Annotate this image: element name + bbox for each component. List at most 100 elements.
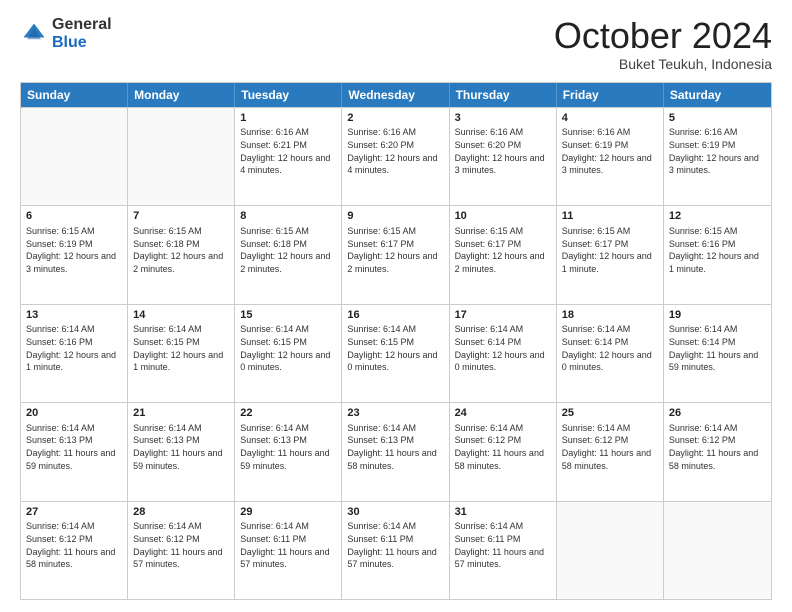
calendar-cell: 26Sunrise: 6:14 AM Sunset: 6:12 PM Dayli… [664, 403, 771, 500]
day-number: 18 [562, 308, 658, 323]
calendar-cell: 6Sunrise: 6:15 AM Sunset: 6:19 PM Daylig… [21, 206, 128, 303]
calendar-cell: 17Sunrise: 6:14 AM Sunset: 6:14 PM Dayli… [450, 305, 557, 402]
calendar-row-2: 13Sunrise: 6:14 AM Sunset: 6:16 PM Dayli… [21, 304, 771, 402]
cell-info: Sunrise: 6:14 AM Sunset: 6:14 PM Dayligh… [455, 323, 551, 373]
calendar-cell: 23Sunrise: 6:14 AM Sunset: 6:13 PM Dayli… [342, 403, 449, 500]
calendar-row-3: 20Sunrise: 6:14 AM Sunset: 6:13 PM Dayli… [21, 402, 771, 500]
logo-icon [20, 20, 48, 48]
calendar-header: SundayMondayTuesdayWednesdayThursdayFrid… [21, 83, 771, 107]
cell-info: Sunrise: 6:14 AM Sunset: 6:16 PM Dayligh… [26, 323, 122, 373]
calendar-cell: 24Sunrise: 6:14 AM Sunset: 6:12 PM Dayli… [450, 403, 557, 500]
calendar-cell: 3Sunrise: 6:16 AM Sunset: 6:20 PM Daylig… [450, 108, 557, 205]
logo-general-text: General [52, 16, 112, 34]
day-number: 20 [26, 406, 122, 421]
cell-info: Sunrise: 6:15 AM Sunset: 6:18 PM Dayligh… [240, 225, 336, 275]
cell-info: Sunrise: 6:14 AM Sunset: 6:13 PM Dayligh… [240, 422, 336, 472]
calendar-row-4: 27Sunrise: 6:14 AM Sunset: 6:12 PM Dayli… [21, 501, 771, 599]
header: General Blue October 2024 Buket Teukuh, … [20, 16, 772, 72]
calendar-cell: 8Sunrise: 6:15 AM Sunset: 6:18 PM Daylig… [235, 206, 342, 303]
calendar-cell: 25Sunrise: 6:14 AM Sunset: 6:12 PM Dayli… [557, 403, 664, 500]
calendar-row-0: 1Sunrise: 6:16 AM Sunset: 6:21 PM Daylig… [21, 107, 771, 205]
day-number: 17 [455, 308, 551, 323]
calendar-row-1: 6Sunrise: 6:15 AM Sunset: 6:19 PM Daylig… [21, 205, 771, 303]
calendar-cell [21, 108, 128, 205]
day-number: 30 [347, 505, 443, 520]
day-number: 29 [240, 505, 336, 520]
day-number: 5 [669, 111, 766, 126]
day-number: 3 [455, 111, 551, 126]
cell-info: Sunrise: 6:14 AM Sunset: 6:11 PM Dayligh… [455, 520, 551, 570]
day-number: 10 [455, 209, 551, 224]
calendar-cell: 27Sunrise: 6:14 AM Sunset: 6:12 PM Dayli… [21, 502, 128, 599]
cell-info: Sunrise: 6:16 AM Sunset: 6:19 PM Dayligh… [562, 126, 658, 176]
cell-info: Sunrise: 6:15 AM Sunset: 6:18 PM Dayligh… [133, 225, 229, 275]
day-number: 21 [133, 406, 229, 421]
day-number: 8 [240, 209, 336, 224]
page: General Blue October 2024 Buket Teukuh, … [0, 0, 792, 612]
calendar-cell: 28Sunrise: 6:14 AM Sunset: 6:12 PM Dayli… [128, 502, 235, 599]
cell-info: Sunrise: 6:14 AM Sunset: 6:15 PM Dayligh… [240, 323, 336, 373]
logo: General Blue [20, 16, 112, 51]
calendar-cell [557, 502, 664, 599]
calendar-body: 1Sunrise: 6:16 AM Sunset: 6:21 PM Daylig… [21, 107, 771, 599]
day-number: 31 [455, 505, 551, 520]
cell-info: Sunrise: 6:14 AM Sunset: 6:12 PM Dayligh… [133, 520, 229, 570]
header-day-wednesday: Wednesday [342, 83, 449, 107]
day-number: 1 [240, 111, 336, 126]
day-number: 2 [347, 111, 443, 126]
cell-info: Sunrise: 6:15 AM Sunset: 6:19 PM Dayligh… [26, 225, 122, 275]
calendar-cell: 7Sunrise: 6:15 AM Sunset: 6:18 PM Daylig… [128, 206, 235, 303]
calendar-cell: 11Sunrise: 6:15 AM Sunset: 6:17 PM Dayli… [557, 206, 664, 303]
day-number: 11 [562, 209, 658, 224]
day-number: 22 [240, 406, 336, 421]
cell-info: Sunrise: 6:14 AM Sunset: 6:12 PM Dayligh… [26, 520, 122, 570]
calendar-cell: 29Sunrise: 6:14 AM Sunset: 6:11 PM Dayli… [235, 502, 342, 599]
cell-info: Sunrise: 6:15 AM Sunset: 6:17 PM Dayligh… [562, 225, 658, 275]
calendar-cell: 20Sunrise: 6:14 AM Sunset: 6:13 PM Dayli… [21, 403, 128, 500]
header-day-tuesday: Tuesday [235, 83, 342, 107]
day-number: 26 [669, 406, 766, 421]
day-number: 16 [347, 308, 443, 323]
calendar-cell: 16Sunrise: 6:14 AM Sunset: 6:15 PM Dayli… [342, 305, 449, 402]
cell-info: Sunrise: 6:14 AM Sunset: 6:13 PM Dayligh… [133, 422, 229, 472]
header-day-thursday: Thursday [450, 83, 557, 107]
cell-info: Sunrise: 6:15 AM Sunset: 6:17 PM Dayligh… [347, 225, 443, 275]
cell-info: Sunrise: 6:14 AM Sunset: 6:13 PM Dayligh… [26, 422, 122, 472]
calendar-cell: 10Sunrise: 6:15 AM Sunset: 6:17 PM Dayli… [450, 206, 557, 303]
day-number: 9 [347, 209, 443, 224]
title-block: October 2024 Buket Teukuh, Indonesia [554, 16, 772, 72]
month-title: October 2024 [554, 16, 772, 56]
cell-info: Sunrise: 6:15 AM Sunset: 6:17 PM Dayligh… [455, 225, 551, 275]
cell-info: Sunrise: 6:14 AM Sunset: 6:14 PM Dayligh… [562, 323, 658, 373]
calendar-cell: 19Sunrise: 6:14 AM Sunset: 6:14 PM Dayli… [664, 305, 771, 402]
day-number: 12 [669, 209, 766, 224]
calendar-cell: 5Sunrise: 6:16 AM Sunset: 6:19 PM Daylig… [664, 108, 771, 205]
cell-info: Sunrise: 6:14 AM Sunset: 6:13 PM Dayligh… [347, 422, 443, 472]
logo-text: General Blue [52, 16, 112, 51]
cell-info: Sunrise: 6:14 AM Sunset: 6:12 PM Dayligh… [455, 422, 551, 472]
calendar-cell [128, 108, 235, 205]
day-number: 6 [26, 209, 122, 224]
calendar-cell: 21Sunrise: 6:14 AM Sunset: 6:13 PM Dayli… [128, 403, 235, 500]
calendar-cell [664, 502, 771, 599]
cell-info: Sunrise: 6:14 AM Sunset: 6:11 PM Dayligh… [240, 520, 336, 570]
calendar-cell: 14Sunrise: 6:14 AM Sunset: 6:15 PM Dayli… [128, 305, 235, 402]
day-number: 25 [562, 406, 658, 421]
cell-info: Sunrise: 6:14 AM Sunset: 6:12 PM Dayligh… [562, 422, 658, 472]
calendar-cell: 15Sunrise: 6:14 AM Sunset: 6:15 PM Dayli… [235, 305, 342, 402]
calendar-cell: 18Sunrise: 6:14 AM Sunset: 6:14 PM Dayli… [557, 305, 664, 402]
header-day-sunday: Sunday [21, 83, 128, 107]
header-day-friday: Friday [557, 83, 664, 107]
calendar-cell: 4Sunrise: 6:16 AM Sunset: 6:19 PM Daylig… [557, 108, 664, 205]
day-number: 23 [347, 406, 443, 421]
day-number: 28 [133, 505, 229, 520]
header-day-saturday: Saturday [664, 83, 771, 107]
cell-info: Sunrise: 6:14 AM Sunset: 6:15 PM Dayligh… [133, 323, 229, 373]
calendar-cell: 9Sunrise: 6:15 AM Sunset: 6:17 PM Daylig… [342, 206, 449, 303]
cell-info: Sunrise: 6:14 AM Sunset: 6:12 PM Dayligh… [669, 422, 766, 472]
calendar-cell: 22Sunrise: 6:14 AM Sunset: 6:13 PM Dayli… [235, 403, 342, 500]
day-number: 24 [455, 406, 551, 421]
calendar-cell: 12Sunrise: 6:15 AM Sunset: 6:16 PM Dayli… [664, 206, 771, 303]
cell-info: Sunrise: 6:16 AM Sunset: 6:21 PM Dayligh… [240, 126, 336, 176]
day-number: 13 [26, 308, 122, 323]
